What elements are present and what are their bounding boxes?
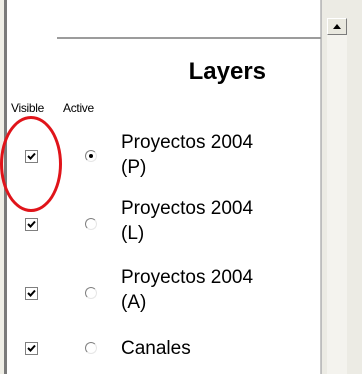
visible-checkbox[interactable] — [25, 150, 38, 163]
layer-label-line1: Proyectos 2004 — [121, 267, 254, 288]
top-separator — [57, 37, 321, 39]
active-radio[interactable] — [85, 218, 97, 230]
active-radio[interactable] — [85, 150, 97, 162]
panel-title: Layers — [188, 58, 266, 85]
layer-label-line2: (P) — [121, 157, 147, 178]
layer-label-line2: (A) — [121, 292, 147, 313]
scroll-up-arrow-icon — [333, 24, 341, 29]
checkmark-icon — [27, 152, 36, 160]
layer-label: Proyectos 2004 (P) — [121, 130, 311, 180]
active-radio[interactable] — [85, 342, 97, 354]
layer-label-line1: Canales — [121, 338, 191, 359]
layer-label: Proyectos 2004 (A) — [121, 265, 311, 315]
layer-label: Proyectos 2004 (L) — [121, 196, 311, 246]
scroll-up-button[interactable] — [327, 18, 347, 35]
layer-label-line1: Proyectos 2004 — [121, 198, 254, 219]
checkmark-icon — [27, 220, 36, 228]
visible-checkbox[interactable] — [25, 287, 38, 300]
layer-label-line1: Proyectos 2004 — [121, 132, 254, 153]
layer-label: Canales — [121, 336, 311, 361]
radio-dot-icon — [89, 154, 93, 158]
checkmark-icon — [27, 289, 36, 297]
scroll-track[interactable] — [327, 35, 347, 374]
layers-panel: Layers Visible Active Proyectos 2004 (P)… — [7, 0, 321, 374]
checkmark-icon — [27, 344, 36, 352]
layer-label-line2: (L) — [121, 223, 145, 244]
visible-checkbox[interactable] — [25, 218, 38, 231]
column-header-active: Active — [63, 101, 94, 115]
active-radio[interactable] — [85, 287, 97, 299]
visible-checkbox[interactable] — [25, 342, 38, 355]
column-header-visible: Visible — [11, 101, 45, 115]
